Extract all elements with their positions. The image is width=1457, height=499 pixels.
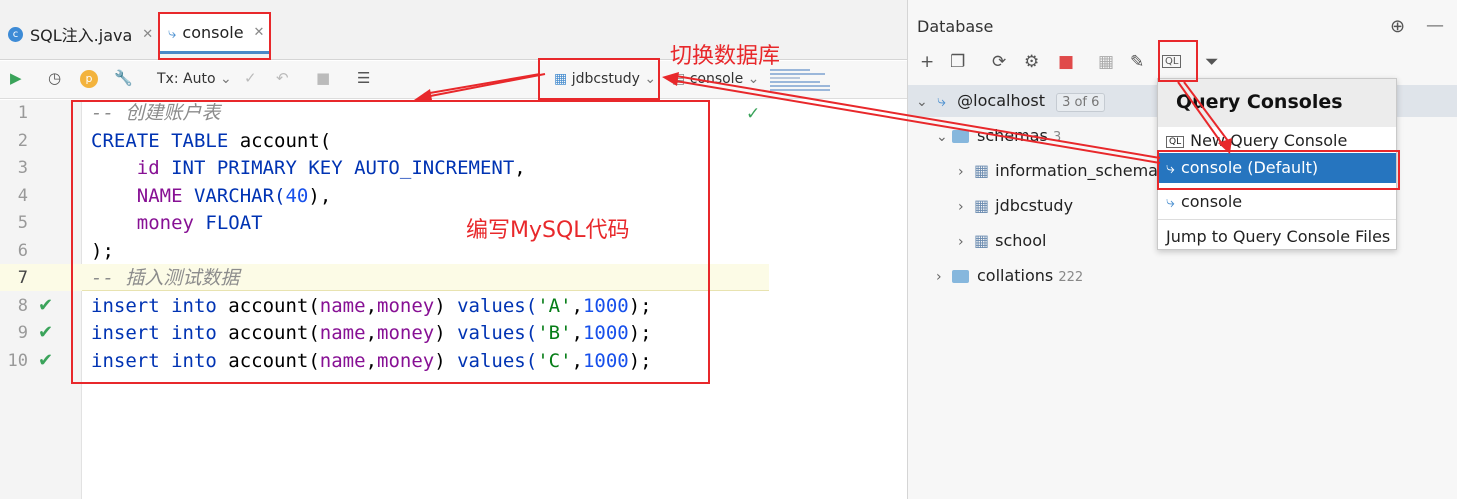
arrow-to-default-console — [1177, 81, 1226, 149]
arrow-to-code — [419, 73, 546, 99]
arrow-to-schema — [669, 79, 1161, 164]
annotation-arrows — [414, 72, 1232, 164]
